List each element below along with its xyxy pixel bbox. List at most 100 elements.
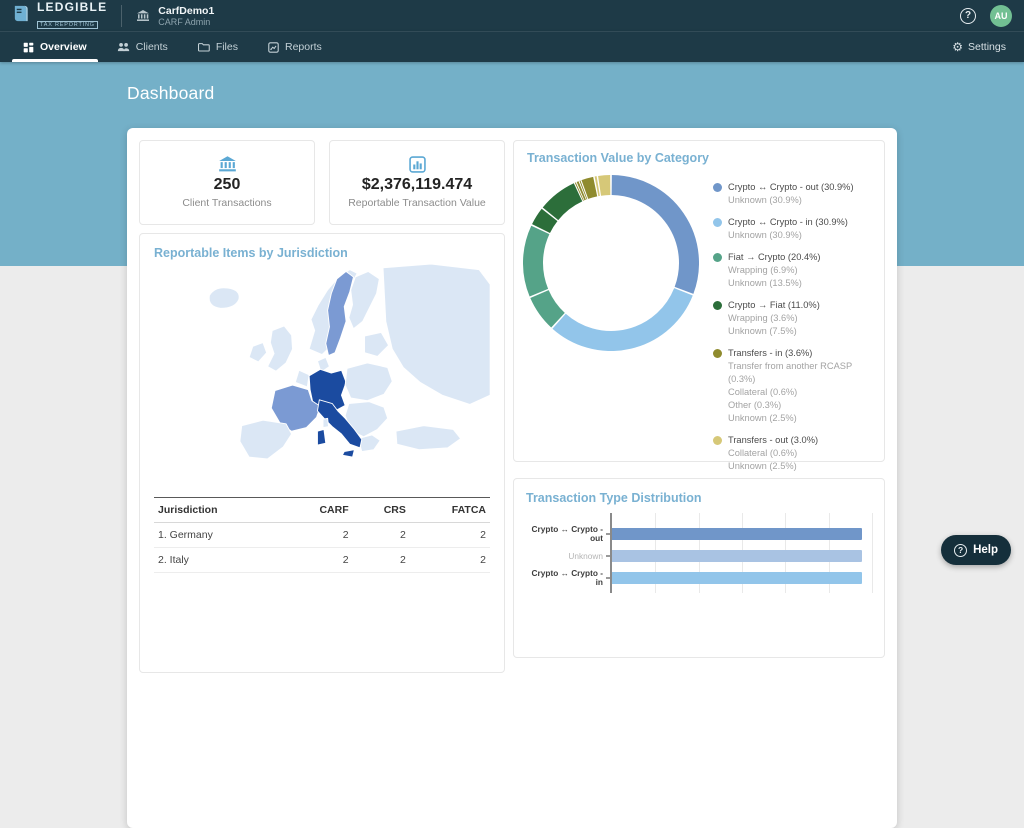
org-switcher[interactable]: CarfDemo1 CARF Admin (136, 5, 214, 27)
map-region-russia (383, 264, 490, 404)
nav-item-reports[interactable]: Reports (253, 32, 337, 62)
avatar[interactable]: AU (990, 5, 1012, 27)
legend-sub-item: Unknown (30.9%) (728, 194, 875, 207)
legend-sub-item: Wrapping (3.6%) (728, 312, 875, 325)
help-button[interactable]: ? Help (941, 535, 1011, 565)
legend-label: Crypto → Fiat (11.0%) (728, 299, 820, 312)
donut-segment (612, 185, 689, 290)
map-region-iceland (209, 288, 239, 309)
stats-row: 250 Client Transactions $2,376,119.474Repo… (139, 140, 505, 225)
nav-item-files[interactable]: Files (183, 32, 253, 62)
legend-label: Transfers - in (3.6%) (728, 347, 812, 360)
stat-label: Client Transactions (182, 197, 271, 209)
nav-settings[interactable]: ⚙ Settings (942, 32, 1016, 62)
org-name: CarfDemo1 (158, 5, 214, 17)
legend-item[interactable]: Crypto → Fiat (11.0%) (713, 299, 875, 312)
legend-dot (713, 253, 722, 262)
legend-sub-item: Unknown (13.5%) (728, 277, 875, 290)
legend-sub-item: Unknown (2.5%) (728, 460, 875, 473)
bar-chart: Crypto ↔ Crypto - outUnknownCrypto ↔ Cry… (526, 513, 872, 593)
nav-item-label: Reports (285, 41, 322, 53)
donut-segment (539, 294, 558, 320)
logo-name: LEDGIBLE (37, 1, 107, 13)
topbar: LEDGIBLE TAX REPORTING CarfDemo1 CARF Ad… (0, 0, 1024, 31)
donut-title: Transaction Value by Category (523, 151, 875, 165)
legend-group: Fiat → Crypto (20.4%)Wrapping (6.9%)Unkn… (713, 251, 875, 290)
bar-category-label: Crypto ↔ Crypto - in (526, 567, 610, 589)
org-role: CARF Admin (158, 17, 214, 27)
table-header-cell: Jurisdiction (154, 498, 282, 523)
bar-row (612, 567, 872, 589)
table-row: 1. Germany222 (154, 523, 490, 548)
table-cell: 2 (282, 548, 353, 573)
stat-card: $2,376,119.474Reportable Transaction Val… (329, 140, 505, 225)
bar-chart-icon (409, 156, 426, 173)
help-question-icon: ? (954, 544, 967, 557)
nav-item-clients[interactable]: Clients (102, 32, 183, 62)
stat-value: 250 (214, 176, 241, 194)
legend-item[interactable]: Transfers - in (3.6%) (713, 347, 875, 360)
legend-dot (713, 349, 722, 358)
legend-group: Crypto ↔ Crypto - out (30.9%)Unknown (30… (713, 181, 875, 207)
right-column: Transaction Value by Category Crypto ↔ C… (513, 140, 885, 816)
legend-item[interactable]: Transfers - out (3.0%) (713, 434, 875, 447)
donut-segment (550, 192, 578, 213)
app-logo[interactable]: LEDGIBLE TAX REPORTING (12, 1, 107, 31)
legend-label: Crypto ↔ Crypto - in (30.9%) (728, 216, 848, 229)
nav-item-label: Clients (136, 41, 168, 53)
nav-item-overview[interactable]: Overview (8, 32, 102, 62)
jurisdiction-table-header: JurisdictionCARFCRSFATCA (154, 498, 490, 523)
legend-dot (713, 301, 722, 310)
table-cell: 2 (410, 523, 490, 548)
map-region-iberia (240, 420, 292, 459)
legend-item[interactable]: Crypto ↔ Crypto - out (30.9%) (713, 181, 875, 194)
donut-segment (541, 215, 550, 229)
logo-subtitle: TAX REPORTING (37, 21, 98, 29)
stat-label: Reportable Transaction Value (348, 197, 486, 209)
table-row: 2. Italy222 (154, 548, 490, 573)
map-region-corsica (323, 418, 329, 427)
bar (612, 572, 862, 584)
legend-sub-item: Unknown (2.5%) (728, 412, 875, 425)
report-icon (268, 42, 279, 53)
bar-row (612, 523, 872, 545)
bar-category-label: Unknown (526, 545, 610, 567)
legend-group: Crypto → Fiat (11.0%)Wrapping (3.6%)Unkn… (713, 299, 875, 338)
gear-icon: ⚙ (952, 41, 963, 53)
map-region-uk (268, 326, 293, 371)
help-circle-icon[interactable]: ? (960, 8, 976, 24)
table-cell: 2. Italy (154, 548, 282, 573)
legend-dot (713, 436, 722, 445)
bank-icon (218, 156, 237, 173)
ledger-logo-icon (12, 4, 31, 28)
legend-item[interactable]: Fiat → Crypto (20.4%) (713, 251, 875, 264)
jurisdiction-title: Reportable Items by Jurisdiction (154, 246, 490, 260)
legend-sub-item: Unknown (30.9%) (728, 229, 875, 242)
legend-group: Crypto ↔ Crypto - in (30.9%)Unknown (30.… (713, 216, 875, 242)
legend-sub-item: Wrapping (6.9%) (728, 264, 875, 277)
table-cell: 2 (353, 548, 410, 573)
table-header-cell: FATCA (410, 498, 490, 523)
topbar-divider (121, 5, 122, 27)
settings-label: Settings (968, 41, 1006, 53)
table-cell: 1. Germany (154, 523, 282, 548)
bank-icon (136, 10, 150, 22)
legend-item[interactable]: Crypto ↔ Crypto - in (30.9%) (713, 216, 875, 229)
jurisdiction-card: Reportable Items by Jurisdiction (139, 233, 505, 673)
bar-category-label: Crypto ↔ Crypto - out (526, 523, 610, 545)
europe-map (154, 264, 490, 495)
stat-card: 250 Client Transactions (139, 140, 315, 225)
table-header-cell: CRS (353, 498, 410, 523)
legend-label: Transfers - out (3.0%) (728, 434, 818, 447)
legend-sub-item: Unknown (7.5%) (728, 325, 875, 338)
map-region-sardinia (317, 429, 325, 445)
jurisdiction-table: JurisdictionCARFCRSFATCA 1. Germany2222.… (154, 497, 490, 573)
map-region-turkey (396, 426, 461, 450)
map-region-benelux (295, 370, 309, 387)
table-header-cell: CARF (282, 498, 353, 523)
map-region-ireland (249, 343, 267, 362)
legend-group: Transfers - in (3.6%)Transfer from anoth… (713, 347, 875, 425)
bar-chart-title: Transaction Type Distribution (526, 491, 872, 505)
bar-chart-card: Transaction Type Distribution Crypto ↔ C… (513, 478, 885, 658)
legend-sub-item: Transfer from another RCASP (0.3%) (728, 360, 875, 386)
